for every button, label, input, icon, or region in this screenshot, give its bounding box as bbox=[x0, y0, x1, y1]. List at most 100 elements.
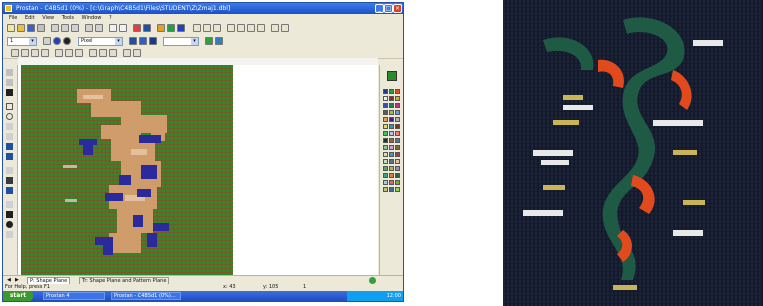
palette-swatch[interactable] bbox=[395, 96, 400, 101]
dot-icon[interactable] bbox=[63, 37, 71, 45]
grid-4-icon[interactable] bbox=[257, 24, 265, 32]
menu-help[interactable]: ? bbox=[109, 15, 112, 21]
clone-tool-icon[interactable] bbox=[6, 187, 13, 194]
zoom-in-icon[interactable] bbox=[109, 24, 117, 32]
repeat-icon[interactable] bbox=[65, 49, 73, 57]
palette-swatch[interactable] bbox=[389, 89, 394, 94]
menu-window[interactable]: Window bbox=[82, 15, 102, 21]
fill-icon[interactable] bbox=[129, 37, 137, 45]
menu-edit[interactable]: Edit bbox=[25, 15, 35, 21]
palette-swatch[interactable] bbox=[389, 131, 394, 136]
print-icon[interactable] bbox=[37, 24, 45, 32]
redo-icon[interactable] bbox=[95, 24, 103, 32]
view-3-icon[interactable] bbox=[213, 24, 221, 32]
eraser-tool-icon[interactable] bbox=[6, 167, 13, 174]
palette-swatch[interactable] bbox=[389, 96, 394, 101]
crop-icon[interactable] bbox=[75, 49, 83, 57]
move-icon[interactable] bbox=[21, 49, 29, 57]
color-fill-icon[interactable] bbox=[133, 24, 141, 32]
palette-swatch[interactable] bbox=[389, 187, 394, 192]
settings-icon[interactable] bbox=[167, 24, 175, 32]
palette-swatch[interactable] bbox=[383, 152, 388, 157]
zoom-tool-icon[interactable] bbox=[6, 201, 13, 208]
palette-swatch[interactable] bbox=[395, 145, 400, 150]
hand-tool-icon[interactable] bbox=[6, 211, 13, 218]
zoom-out-icon[interactable] bbox=[119, 24, 127, 32]
layer-2-icon[interactable] bbox=[281, 24, 289, 32]
color-a-icon[interactable] bbox=[205, 37, 213, 45]
copy-icon[interactable] bbox=[61, 24, 69, 32]
select-icon[interactable] bbox=[11, 49, 19, 57]
palette-swatch[interactable] bbox=[395, 173, 400, 178]
palette-swatch[interactable] bbox=[383, 159, 388, 164]
brush-icon[interactable] bbox=[53, 37, 61, 45]
text-tool-icon[interactable] bbox=[6, 231, 13, 238]
stroke-icon[interactable] bbox=[139, 37, 147, 45]
taskbar-item[interactable]: Prostan - C4B5d1 (0%)... bbox=[111, 292, 181, 300]
palette-swatch[interactable] bbox=[395, 89, 400, 94]
help-icon[interactable] bbox=[177, 24, 185, 32]
spray-tool-icon[interactable] bbox=[6, 153, 13, 160]
palette-swatch[interactable] bbox=[395, 110, 400, 115]
grid-2-icon[interactable] bbox=[237, 24, 245, 32]
palette-swatch[interactable] bbox=[383, 131, 388, 136]
color-b-icon[interactable] bbox=[215, 37, 223, 45]
eyedropper-icon[interactable] bbox=[109, 49, 117, 57]
chevron-down-icon[interactable]: ▾ bbox=[29, 38, 36, 45]
flip-icon[interactable] bbox=[41, 49, 49, 57]
palette-swatch[interactable] bbox=[395, 131, 400, 136]
palette-swatch[interactable] bbox=[389, 166, 394, 171]
undo-icon[interactable] bbox=[85, 24, 93, 32]
palette-swatch[interactable] bbox=[383, 187, 388, 192]
start-button[interactable]: start bbox=[3, 291, 33, 301]
palette-swatch[interactable] bbox=[389, 180, 394, 185]
palette-swatch[interactable] bbox=[383, 110, 388, 115]
palette-swatch[interactable] bbox=[395, 117, 400, 122]
palette-swatch[interactable] bbox=[395, 103, 400, 108]
lasso-tool-icon[interactable] bbox=[6, 79, 13, 86]
palette-swatch[interactable] bbox=[383, 103, 388, 108]
palette-swatch[interactable] bbox=[389, 145, 394, 150]
stamp-tool-icon[interactable] bbox=[6, 177, 13, 184]
grid-toggle-icon[interactable] bbox=[123, 49, 131, 57]
arrow-tool-icon[interactable] bbox=[6, 69, 13, 76]
palette-swatch[interactable] bbox=[389, 103, 394, 108]
palette-swatch[interactable] bbox=[389, 173, 394, 178]
palette-swatch[interactable] bbox=[383, 124, 388, 129]
view-1-icon[interactable] bbox=[193, 24, 201, 32]
palette-swatch[interactable] bbox=[395, 180, 400, 185]
palette-swatch[interactable] bbox=[383, 117, 388, 122]
chevron-down-icon[interactable]: ▾ bbox=[191, 38, 198, 45]
layer-1-icon[interactable] bbox=[271, 24, 279, 32]
palette-swatch[interactable] bbox=[389, 152, 394, 157]
paste-icon[interactable] bbox=[71, 24, 79, 32]
rectangle-tool-icon[interactable] bbox=[6, 103, 13, 110]
current-color-swatch[interactable] bbox=[387, 71, 397, 81]
taskbar-item[interactable]: Prostan 4 bbox=[43, 292, 105, 300]
text-icon[interactable] bbox=[89, 49, 97, 57]
grid-1-icon[interactable] bbox=[227, 24, 235, 32]
chevron-down-icon[interactable]: ▾ bbox=[115, 38, 122, 45]
minimize-button[interactable]: _ bbox=[375, 4, 384, 13]
maximize-button[interactable]: □ bbox=[384, 4, 393, 13]
bucket-tool-icon[interactable] bbox=[6, 143, 13, 150]
palette-swatch[interactable] bbox=[389, 117, 394, 122]
view-2-icon[interactable] bbox=[203, 24, 211, 32]
palette-swatch[interactable] bbox=[395, 138, 400, 143]
preview-icon[interactable] bbox=[133, 49, 141, 57]
palette-swatch[interactable] bbox=[383, 145, 388, 150]
mirror-icon[interactable] bbox=[55, 49, 63, 57]
line-tool-icon[interactable] bbox=[6, 123, 13, 130]
palette-swatch[interactable] bbox=[395, 152, 400, 157]
palette-swatch[interactable] bbox=[383, 166, 388, 171]
save-icon[interactable] bbox=[27, 24, 35, 32]
measure-icon[interactable] bbox=[99, 49, 107, 57]
zoom-select[interactable]: 1 ▾ bbox=[7, 37, 37, 46]
palette-swatch[interactable] bbox=[395, 124, 400, 129]
ellipse-tool-icon[interactable] bbox=[6, 113, 13, 120]
palette-swatch[interactable] bbox=[389, 110, 394, 115]
palette-swatch[interactable] bbox=[383, 89, 388, 94]
palette-swatch[interactable] bbox=[395, 166, 400, 171]
palette-swatch[interactable] bbox=[383, 138, 388, 143]
pen-tool-icon[interactable] bbox=[6, 89, 13, 96]
